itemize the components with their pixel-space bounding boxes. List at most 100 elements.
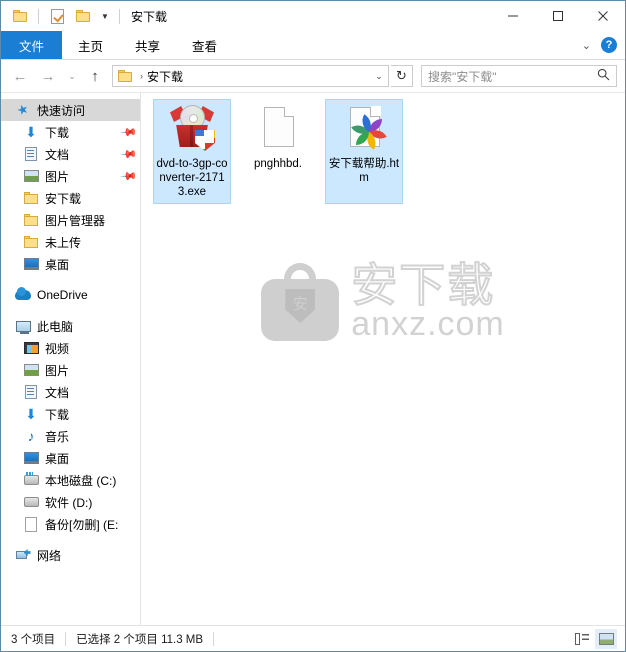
documents-icon — [23, 146, 39, 162]
sidebar-item-desktop-pc[interactable]: 桌面 — [1, 447, 140, 469]
sidebar-item-picture-manager[interactable]: 图片管理器 — [1, 209, 140, 231]
download-icon: ⬇ — [25, 406, 37, 422]
ribbon-right-controls: ⌄ ? — [582, 31, 625, 59]
sidebar-item-drive-d[interactable]: 软件 (D:) — [1, 491, 140, 513]
chevron-down-icon[interactable]: ⌄ — [370, 66, 388, 86]
blank-page-icon — [254, 104, 302, 152]
sidebar-item-label: 快速访问 — [37, 103, 86, 118]
navigation-pane[interactable]: ★ 快速访问 ⬇ 下载 📌 文档 📌 图片 📌 安下载 图片管理器 未上传 桌面… — [1, 93, 141, 625]
watermark-shield-char: 安 — [292, 296, 308, 313]
maximize-button[interactable] — [535, 1, 580, 30]
file-item-png[interactable]: pnghhbd. — [239, 99, 317, 204]
desktop-icon — [23, 256, 39, 272]
details-view-button[interactable] — [571, 629, 593, 649]
sidebar-item-pictures-pc[interactable]: 图片 — [1, 359, 140, 381]
sidebar-item-label: 图片 — [45, 169, 70, 184]
toolbar-divider — [38, 8, 39, 24]
watermark-brand-en: anxz.com — [351, 305, 505, 343]
file-item-htm[interactable]: 安下载帮助.htm — [325, 99, 403, 204]
html-document-icon — [340, 104, 388, 152]
sidebar-item-network[interactable]: 网络 — [1, 544, 140, 566]
sidebar-item-onedrive[interactable]: OneDrive — [1, 284, 140, 306]
file-explorer-window: ▼ 安下载 文件 主页 共享 查看 ⌄ ? ← → ⌄ ↑ › 安下载 ⌄ ↻ … — [0, 0, 626, 652]
pin-icon[interactable]: 📌 — [120, 167, 139, 185]
sidebar-item-drive-c[interactable]: 本地磁盘 (C:) — [1, 469, 140, 491]
tab-home[interactable]: 主页 — [62, 31, 119, 59]
folder-icon — [23, 190, 39, 206]
sidebar-item-documents[interactable]: 文档 📌 — [1, 143, 140, 165]
chevron-down-icon[interactable]: ⌄ — [582, 39, 591, 52]
desktop-icon — [23, 450, 39, 466]
large-icons-view-button[interactable] — [595, 628, 617, 649]
tab-share[interactable]: 共享 — [119, 31, 176, 59]
breadcrumb[interactable]: › 安下载 ⌄ — [112, 65, 389, 87]
sidebar-item-label: 文档 — [45, 147, 70, 162]
explorer-body: ★ 快速访问 ⬇ 下载 📌 文档 📌 图片 📌 安下载 图片管理器 未上传 桌面… — [1, 92, 625, 625]
breadcrumb-folder-icon[interactable] — [113, 70, 136, 82]
sidebar-group-gap-3 — [1, 535, 140, 544]
address-bar: ← → ⌄ ↑ › 安下载 ⌄ ↻ 搜索"安下载" — [1, 60, 625, 92]
minimize-button[interactable] — [490, 1, 535, 30]
up-button[interactable]: ↑ — [83, 63, 107, 89]
status-divider — [65, 631, 67, 646]
watermark-brand-cn: 安下载 — [350, 258, 496, 312]
sidebar-item-pictures[interactable]: 图片 📌 — [1, 165, 140, 187]
folder-icon[interactable] — [9, 5, 31, 27]
title-bar: ▼ 安下载 — [1, 1, 625, 31]
selection-info-label: 已选择 2 个项目 11.3 MB — [76, 633, 204, 646]
sidebar-item-videos[interactable]: 视频 — [1, 337, 140, 359]
watermark: 安 安下载 anxz.com — [141, 258, 625, 343]
sidebar-item-anxiazai[interactable]: 安下载 — [1, 187, 140, 209]
sidebar-item-downloads[interactable]: ⬇ 下载 📌 — [1, 121, 140, 143]
pictures-icon — [23, 168, 39, 184]
sidebar-item-not-uploaded[interactable]: 未上传 — [1, 231, 140, 253]
file-item-exe[interactable]: dvd-to-3gp-converter-21713.exe — [153, 99, 231, 204]
sidebar-item-label: 音乐 — [45, 429, 70, 444]
search-icon[interactable] — [597, 68, 616, 84]
refresh-button[interactable]: ↻ — [391, 65, 413, 87]
back-button[interactable]: ← — [7, 63, 33, 89]
close-button[interactable] — [580, 1, 625, 30]
sidebar-item-label: 软件 (D:) — [45, 495, 93, 510]
sidebar-item-label: OneDrive — [37, 288, 88, 302]
sidebar-item-label: 下载 — [45, 125, 70, 140]
search-input[interactable]: 搜索"安下载" — [421, 65, 617, 87]
item-count-label: 3 个项目 — [11, 633, 56, 646]
sidebar-item-label: 视频 — [45, 341, 70, 356]
properties-icon[interactable] — [46, 5, 68, 27]
sidebar-item-documents-pc[interactable]: 文档 — [1, 381, 140, 403]
file-list-pane[interactable]: 安 安下载 anxz.com dvd-to-3gp-converter-2171… — [141, 93, 625, 625]
network-icon — [15, 547, 31, 563]
pin-icon[interactable]: 📌 — [120, 123, 139, 141]
star-pin-icon: ★ — [14, 100, 31, 119]
file-items-container: dvd-to-3gp-converter-21713.exe pnghhbd. — [141, 93, 625, 210]
window-controls — [490, 1, 625, 30]
tab-file[interactable]: 文件 — [1, 31, 63, 59]
file-name-label: pnghhbd. — [254, 158, 302, 170]
breadcrumb-current-folder[interactable]: 安下载 — [147, 68, 183, 85]
help-icon[interactable]: ? — [601, 37, 617, 53]
sidebar-item-label: 本地磁盘 (C:) — [45, 473, 117, 488]
sidebar-item-label: 备份[勿删] (E: — [45, 517, 119, 532]
sidebar-item-music[interactable]: ♪ 音乐 — [1, 425, 140, 447]
sidebar-group-gap-2 — [1, 306, 140, 315]
file-icon — [23, 516, 39, 532]
status-bar: 3 个项目 已选择 2 个项目 11.3 MB — [1, 625, 625, 651]
chevron-down-icon[interactable]: ▼ — [98, 5, 112, 27]
music-icon: ♪ — [27, 428, 35, 444]
sidebar-item-desktop[interactable]: 桌面 — [1, 253, 140, 275]
sidebar-item-downloads-pc[interactable]: ⬇ 下载 — [1, 403, 140, 425]
new-folder-icon[interactable] — [72, 5, 94, 27]
sidebar-item-label: 图片 — [45, 363, 70, 378]
sidebar-item-label: 图片管理器 — [45, 213, 106, 228]
status-divider-2 — [213, 631, 215, 646]
search-placeholder: 搜索"安下载" — [428, 69, 497, 84]
view-toggle-buttons — [571, 628, 621, 649]
recent-locations-button[interactable]: ⌄ — [63, 63, 81, 89]
sidebar-item-this-pc[interactable]: 此电脑 — [1, 315, 140, 337]
tab-view[interactable]: 查看 — [176, 31, 233, 59]
sidebar-item-drive-e[interactable]: 备份[勿删] (E: — [1, 513, 140, 535]
forward-button[interactable]: → — [35, 63, 61, 89]
pin-icon[interactable]: 📌 — [120, 145, 139, 163]
sidebar-item-quick-access[interactable]: ★ 快速访问 — [1, 99, 140, 121]
